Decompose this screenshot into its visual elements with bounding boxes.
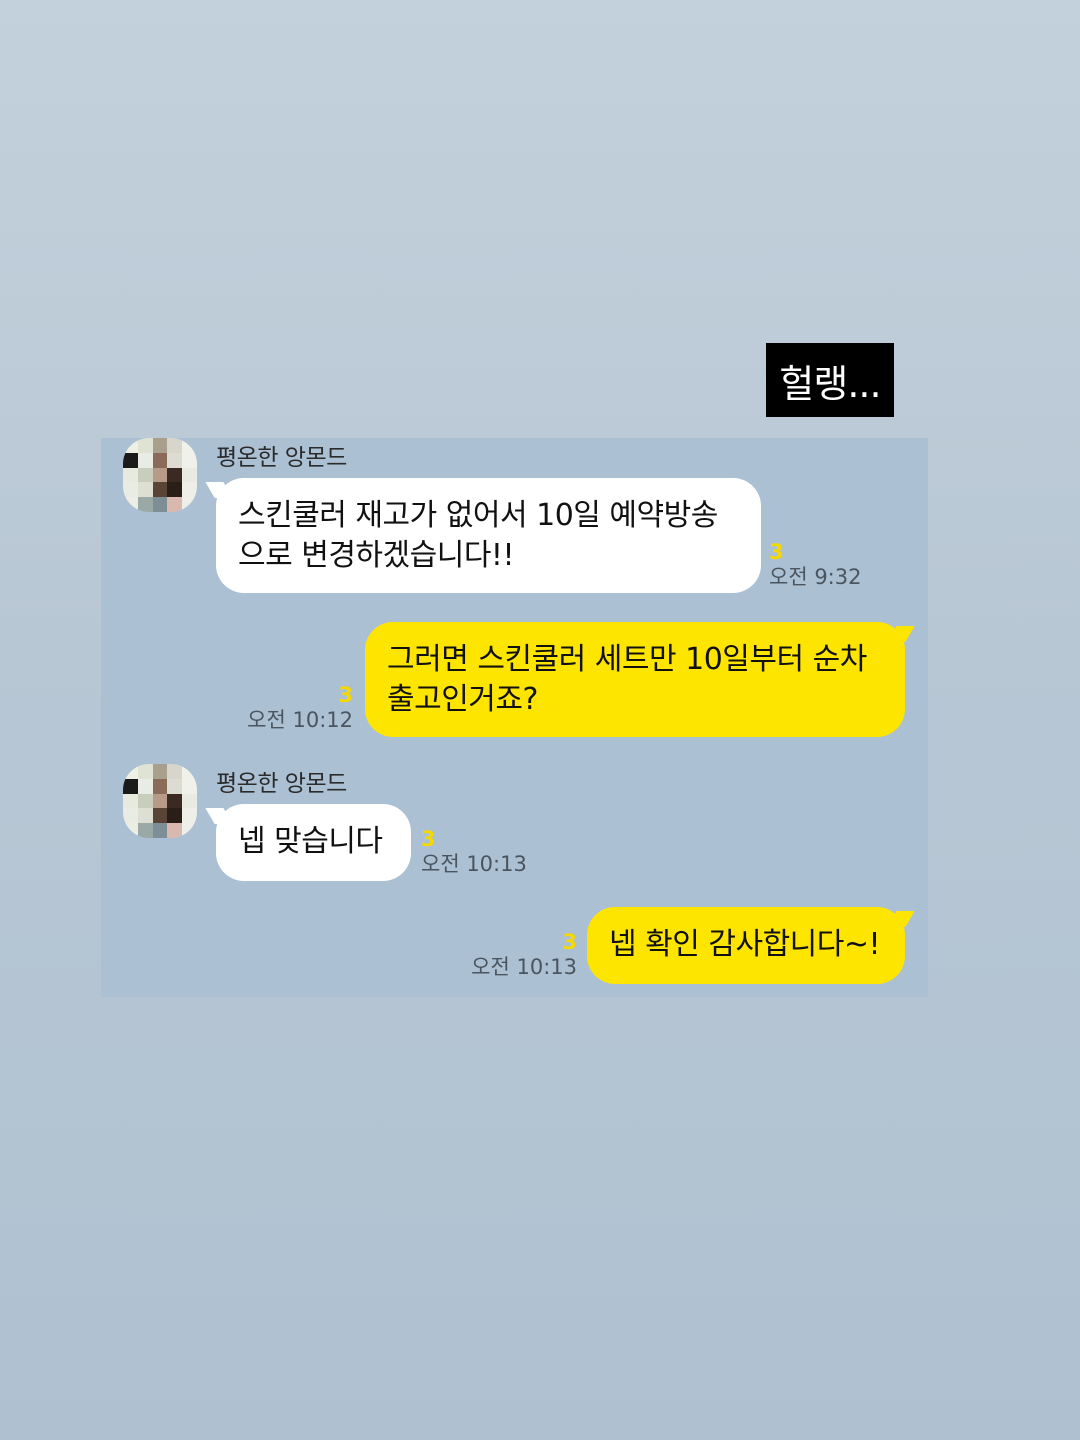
outgoing-message-bubble[interactable]: 그러면 스킨쿨러 세트만 10일부터 순차 출고인거죠? bbox=[365, 622, 905, 737]
unread-count: 3 bbox=[562, 930, 577, 954]
message-text: 넵 맞습니다 bbox=[238, 824, 383, 859]
sender-name: 평온한 앙몬드 bbox=[216, 445, 347, 471]
message-meta: 3 오전 10:13 bbox=[421, 827, 527, 877]
message-text: 넵 확인 감사합니다~! bbox=[609, 927, 881, 962]
unread-count: 3 bbox=[769, 540, 784, 564]
chat-window: 평온한 앙몬드 스킨쿨러 재고가 없어서 10일 예약방송 으로 변경하겠습니다… bbox=[101, 438, 928, 997]
unread-count: 3 bbox=[338, 683, 353, 707]
message-time: 오전 10:13 bbox=[471, 955, 577, 979]
incoming-message-bubble[interactable]: 넵 맞습니다 bbox=[216, 804, 411, 881]
message-meta: 3 오전 9:32 bbox=[769, 540, 861, 590]
message-time: 오전 9:32 bbox=[769, 565, 862, 589]
sender-avatar[interactable] bbox=[123, 438, 197, 512]
message-text: 스킨쿨러 재고가 없어서 10일 예약방송 으로 변경하겠습니다!! bbox=[238, 498, 718, 573]
outgoing-message-bubble[interactable]: 넵 확인 감사합니다~! bbox=[587, 907, 905, 984]
unread-count: 3 bbox=[421, 827, 436, 851]
caption-text: 헐랭... bbox=[766, 343, 894, 417]
message-time: 오전 10:13 bbox=[421, 852, 527, 876]
message-text: 그러면 스킨쿨러 세트만 10일부터 순차 출고인거죠? bbox=[387, 642, 867, 717]
message-meta: 3 오전 10:13 bbox=[441, 930, 577, 980]
message-meta: 3 오전 10:12 bbox=[221, 683, 353, 733]
incoming-message-bubble[interactable]: 스킨쿨러 재고가 없어서 10일 예약방송 으로 변경하겠습니다!! bbox=[216, 478, 761, 593]
sender-name: 평온한 앙몬드 bbox=[216, 771, 347, 797]
sender-avatar[interactable] bbox=[123, 764, 197, 838]
message-time: 오전 10:12 bbox=[247, 708, 353, 732]
